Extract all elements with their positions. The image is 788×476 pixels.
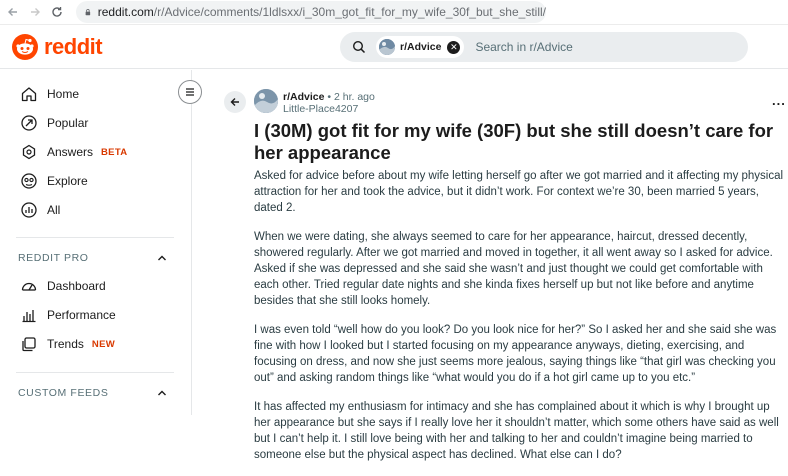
post-time: 2 hr. ago	[333, 91, 375, 103]
chevron-up-icon[interactable]	[156, 252, 168, 264]
search-icon	[352, 40, 366, 54]
post-paragraph: When we were dating, she always seemed t…	[254, 231, 773, 307]
logo-wordmark: reddit	[44, 34, 103, 59]
sidebar-item-label: Explore	[47, 174, 88, 188]
subreddit-avatar[interactable]	[254, 89, 278, 113]
sidebar-divider	[16, 372, 174, 373]
post-paragraph: It has affected my enthusiasm for intima…	[254, 401, 779, 461]
sidebar-item-label: Dashboard	[47, 279, 106, 293]
sidebar-item-label: Answers	[47, 145, 94, 159]
reload-icon	[52, 7, 62, 17]
post-paragraph: Asked for advice before about my wife le…	[254, 170, 784, 214]
sidebar-item-all[interactable]: All	[0, 196, 190, 224]
browser-toolbar: reddit.com/r/Advice/comments/1ldlsxx/i_3…	[0, 0, 788, 25]
section-title: REDDIT PRO	[18, 252, 89, 264]
reddit-pro-section-header[interactable]: REDDIT PRO	[18, 252, 168, 264]
reddit-snoo-icon	[12, 34, 38, 60]
meta-separator: •	[327, 91, 332, 103]
search-scope-label: r/Advice	[400, 41, 442, 53]
dashboard-icon	[21, 282, 37, 291]
search-input[interactable]: Search in r/Advice	[475, 40, 572, 54]
popular-icon	[21, 115, 37, 131]
more-options-button[interactable]: ...	[772, 93, 786, 108]
sidebar-item-home[interactable]: Home	[0, 80, 190, 108]
author-link[interactable]: Little-Place4207	[283, 103, 375, 115]
arrow-left-icon	[8, 8, 17, 16]
sidebar-divider	[16, 237, 174, 238]
left-sidebar: Home Popular Answers BETA Explore All RE…	[0, 70, 192, 415]
browser-back-button[interactable]	[2, 1, 24, 23]
address-bar[interactable]: reddit.com/r/Advice/comments/1ldlsxx/i_3…	[76, 1, 546, 23]
site-header: reddit r/Advice ✕ Search in r/Advice	[0, 25, 788, 69]
chevron-up-icon[interactable]	[156, 387, 168, 399]
url-path: /r/Advice/comments/1ldlsxx/i_30m_got_fit…	[153, 5, 546, 19]
close-icon[interactable]: ✕	[447, 40, 461, 54]
search-bar[interactable]: r/Advice ✕ Search in r/Advice	[340, 32, 748, 62]
post-body: Asked for advice before about my wife le…	[254, 168, 786, 476]
sidebar-item-popular[interactable]: Popular	[0, 109, 190, 137]
sidebar-item-label: All	[47, 203, 61, 217]
all-icon	[21, 202, 37, 218]
section-title: CUSTOM FEEDS	[18, 387, 109, 399]
new-badge: NEW	[91, 338, 115, 350]
back-button[interactable]	[224, 91, 246, 113]
arrow-right-icon	[31, 8, 40, 16]
browser-forward-button[interactable]	[24, 1, 46, 23]
sidebar-item-label: Performance	[47, 308, 116, 322]
performance-icon	[22, 310, 36, 323]
subreddit-avatar-icon	[254, 89, 278, 113]
trends-icon	[22, 337, 36, 352]
beta-badge: BETA	[101, 146, 128, 158]
sidebar-item-label: Popular	[47, 116, 89, 130]
sidebar-item-label: Home	[47, 87, 80, 101]
subreddit-link[interactable]: r/Advice	[283, 91, 324, 103]
url-host: reddit.com	[97, 5, 154, 19]
sidebar-item-trends[interactable]: Trends NEW	[0, 330, 190, 358]
sidebar-item-performance[interactable]: Performance	[0, 301, 190, 329]
collapse-sidebar-button[interactable]	[178, 80, 202, 104]
subreddit-avatar-icon	[379, 39, 395, 55]
post-paragraph: I was even told “well how do you look? D…	[254, 324, 777, 384]
sidebar-item-answers[interactable]: Answers BETA	[0, 138, 190, 166]
menu-icon	[186, 88, 194, 96]
post-meta: r/Advice • 2 hr. ago Little-Place4207	[283, 91, 375, 115]
answers-icon	[22, 144, 36, 160]
browser-reload-button[interactable]	[46, 1, 68, 23]
arrow-left-icon	[230, 98, 239, 106]
explore-icon	[21, 173, 37, 189]
search-scope-chip[interactable]: r/Advice ✕	[376, 36, 465, 58]
reddit-logo[interactable]: reddit	[12, 34, 103, 60]
home-icon	[21, 87, 37, 102]
sidebar-item-label: Trends	[47, 337, 84, 351]
custom-feeds-section-header[interactable]: CUSTOM FEEDS	[18, 387, 168, 399]
sidebar-item-explore[interactable]: Explore	[0, 167, 190, 195]
sidebar-item-dashboard[interactable]: Dashboard	[0, 272, 190, 300]
lock-icon	[85, 9, 91, 16]
post-title: I (30M) got fit for my wife (30F) but sh…	[254, 120, 774, 163]
